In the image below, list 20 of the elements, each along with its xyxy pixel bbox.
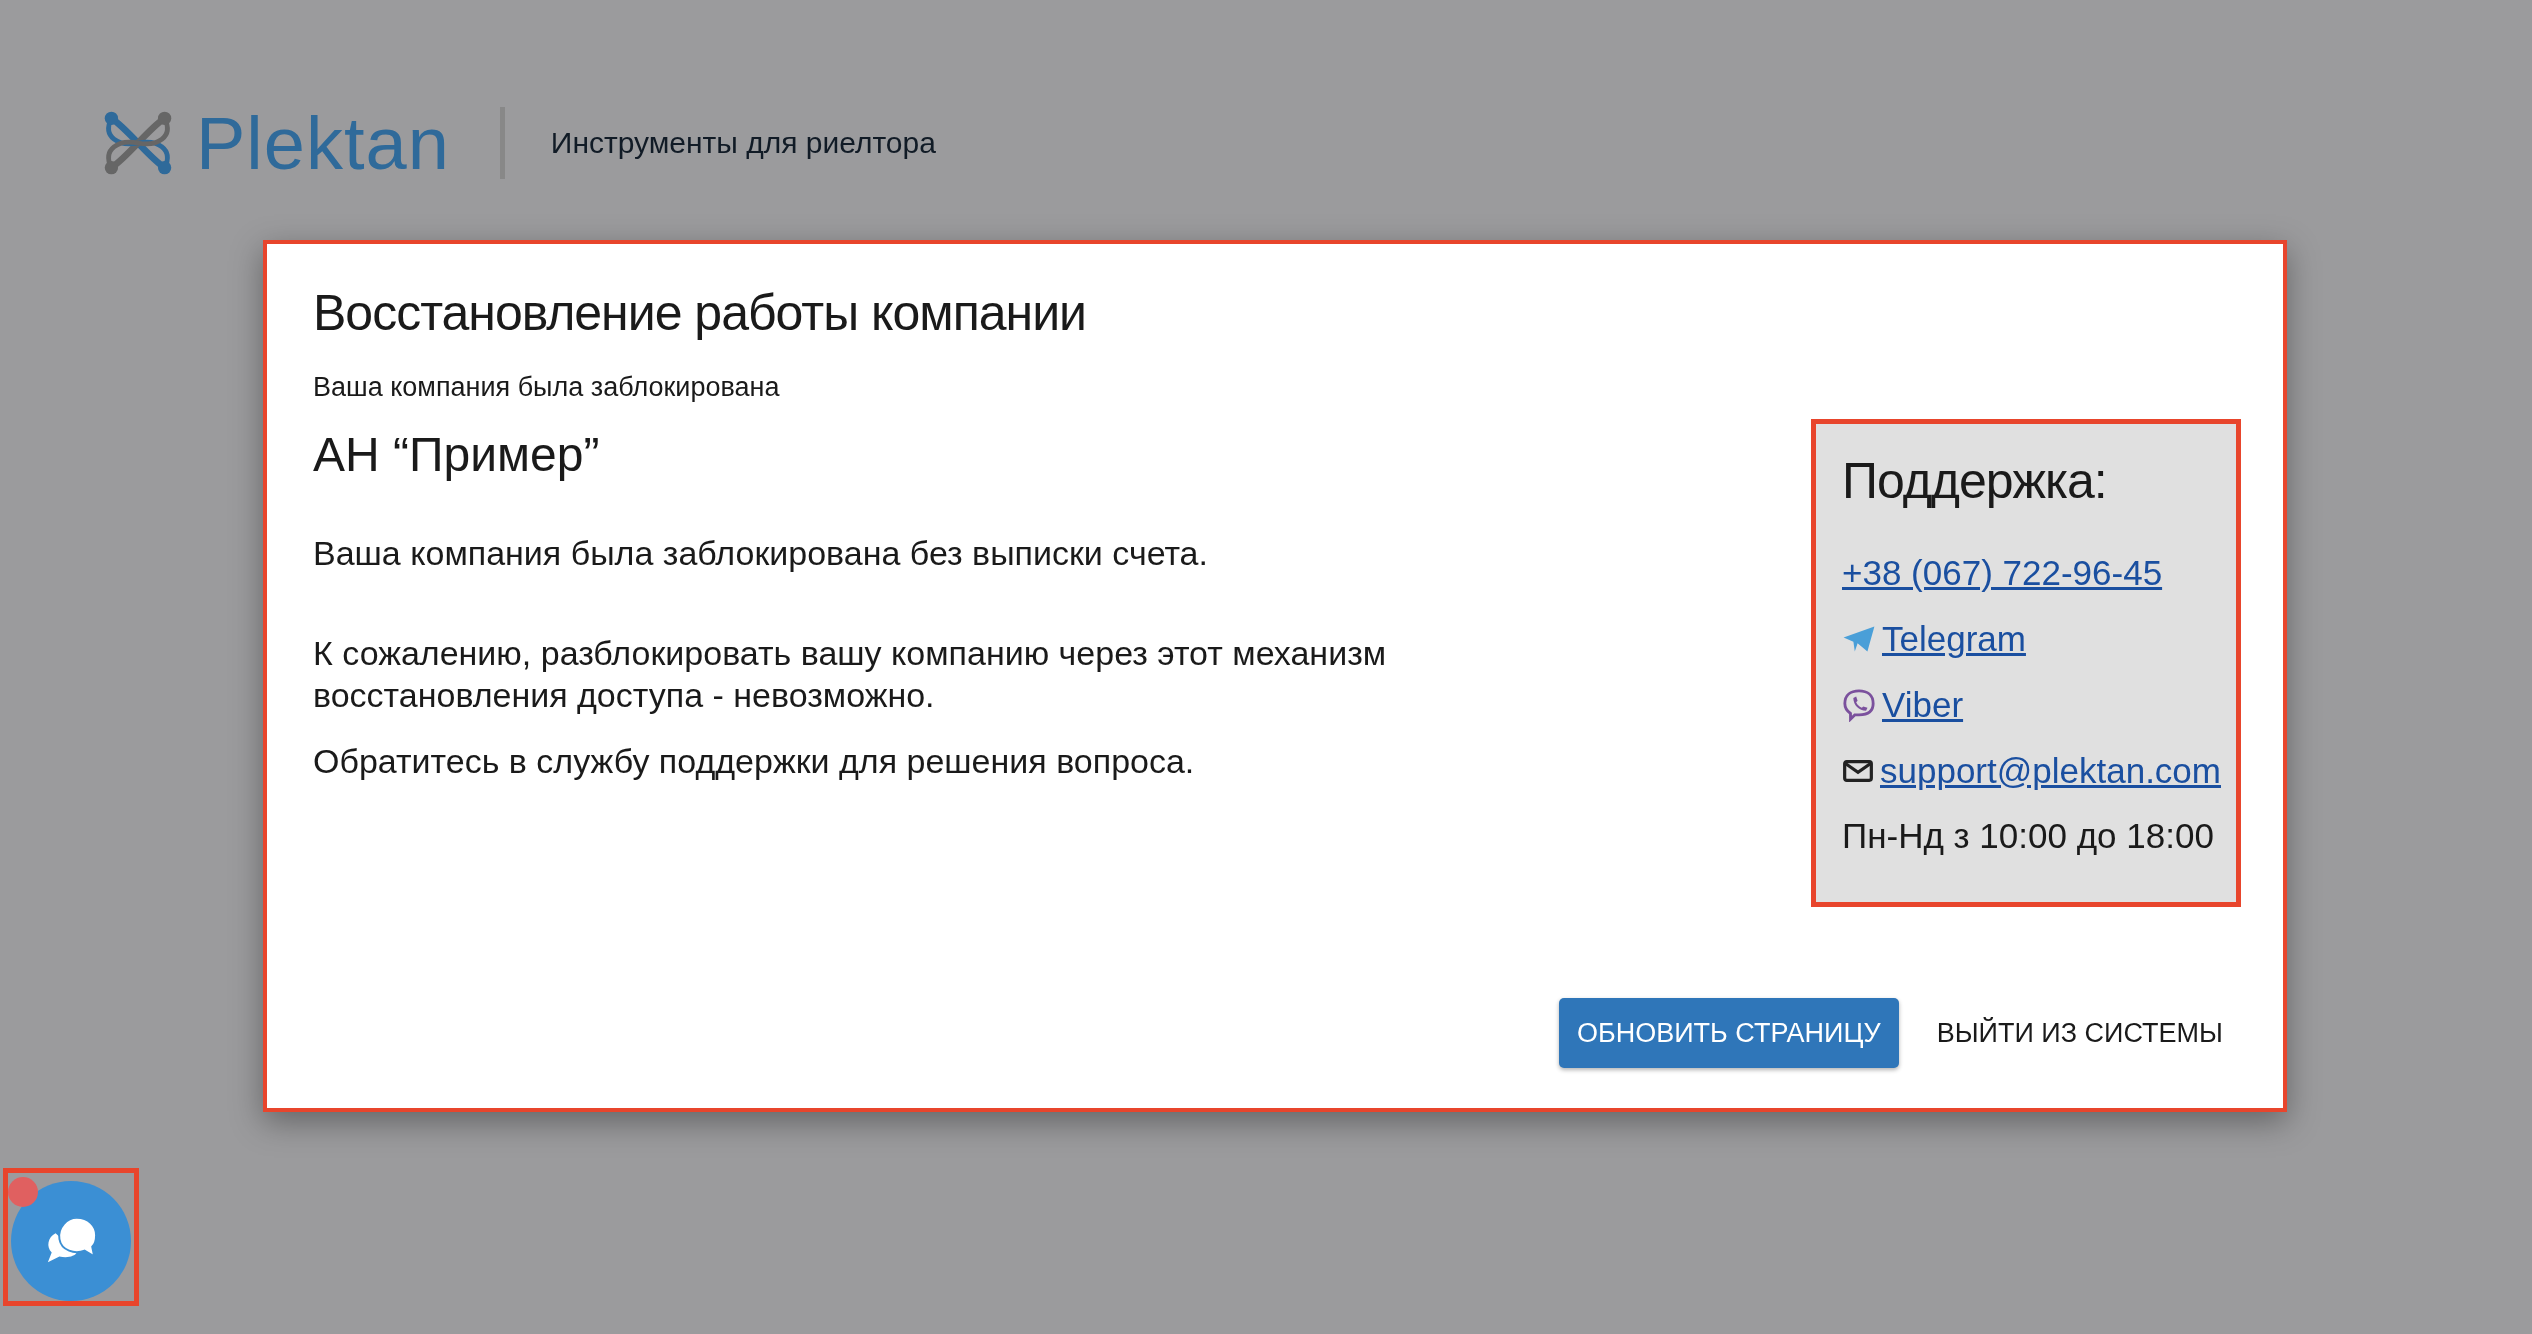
dialog-title: Восстановление работы компании (313, 284, 1088, 342)
support-title: Поддержка: (1842, 452, 2108, 510)
phone-link[interactable]: +38 (067) 722-96-45 (1842, 553, 2163, 593)
envelope-icon (1842, 759, 1874, 783)
refresh-button[interactable]: ОБНОВИТЬ СТРАНИЦУ (1558, 998, 1899, 1068)
phone-bubble-icon (1842, 688, 1876, 722)
logout-button[interactable]: ВЫЙТИ ИЗ СИСТЕМЫ (1918, 998, 2241, 1068)
dialog-subtitle: Ваша компания была заблокирована (313, 372, 781, 403)
company-name: АН “Пример” (313, 427, 601, 482)
viber-link[interactable]: Viber (1882, 685, 1964, 725)
paper-plane-icon (1842, 625, 1876, 653)
email-link[interactable]: support@plektan.com (1880, 751, 2221, 791)
chat-button[interactable] (11, 1181, 131, 1301)
message-text: Ваша компания была заблокирована без выписки счета. (313, 533, 1209, 574)
support-hours: Пн-Нд з 10:00 до 18:00 (1842, 816, 2215, 856)
message-text: Обратитесь в службу поддержки для решения вопроса. (313, 741, 1196, 782)
telegram-link[interactable]: Telegram (1882, 619, 2026, 659)
brand-name: Plektan (196, 100, 450, 186)
message-text: К сожалению, разблокировать вашу компанию через этот механизм восстановления доступа - невозможно. (313, 633, 1388, 716)
tagline: Инструменты для риелтора (550, 126, 936, 160)
